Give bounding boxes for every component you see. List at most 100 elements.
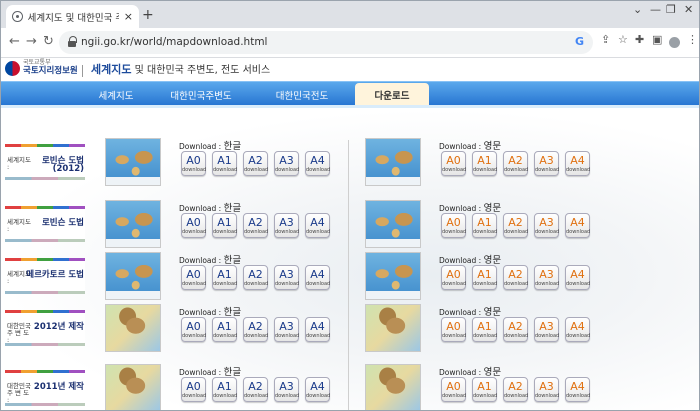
map-thumbnail[interactable]	[365, 364, 421, 410]
download-en-a0-button[interactable]: A0 download	[441, 377, 466, 402]
lock-icon[interactable]	[68, 36, 77, 47]
side-panel-icon[interactable]: ▣	[652, 33, 662, 46]
main-nav: 세계지도 대한민국주변도 대한민국전도 다운로드	[1, 81, 699, 106]
download-en-a2-button[interactable]: A2 download	[503, 317, 528, 342]
download-ko-a4-button[interactable]: A4 download	[305, 377, 330, 402]
download-caption: download	[504, 228, 529, 235]
download-en-a4-button[interactable]: A4 download	[565, 265, 590, 290]
download-en-a2-button[interactable]: A2 download	[503, 151, 528, 176]
download-caption: download	[213, 280, 238, 287]
download-ko-a0-button[interactable]: A0 download	[181, 377, 206, 402]
map-thumbnail[interactable]	[365, 138, 421, 186]
google-lens-icon[interactable]: G	[575, 35, 584, 48]
download-en-a1-button[interactable]: A1 download	[472, 317, 497, 342]
download-en-a0-button[interactable]: A0 download	[441, 151, 466, 176]
download-en-a4-button[interactable]: A4 download	[565, 317, 590, 342]
map-row: 세계지도 : 메르카토르 도법 Download : 한글 A0 download A1 d…	[1, 252, 699, 308]
paper-size: A0	[186, 379, 201, 393]
map-label: 대한민국 주 변 도 :2011년 제작	[5, 370, 85, 406]
download-ko-a4-button[interactable]: A4 download	[305, 213, 330, 238]
map-thumbnail[interactable]	[365, 304, 421, 352]
map-thumbnail[interactable]	[105, 200, 161, 248]
map-thumbnail[interactable]	[365, 200, 421, 248]
download-ko-a2-button[interactable]: A2 download	[243, 377, 268, 402]
map-name: 로빈슨 도법	[41, 218, 84, 228]
browser-tab[interactable]: 세계지도 및 대한민국 주변도 서 ×	[6, 5, 139, 28]
download-ko-a2-button[interactable]: A2 download	[243, 265, 268, 290]
download-ko-a0-button[interactable]: A0 download	[181, 265, 206, 290]
chevron-down-icon[interactable]: ⌄	[633, 3, 642, 16]
download-en-a3-button[interactable]: A3 download	[534, 317, 559, 342]
nav-korea-surroundings[interactable]: 대한민국주변도	[161, 88, 241, 102]
download-en-a1-button[interactable]: A1 download	[472, 213, 497, 238]
download-ko-a0-button[interactable]: A0 download	[181, 317, 206, 342]
profile-avatar-icon[interactable]	[669, 37, 680, 48]
download-en-a3-button[interactable]: A3 download	[534, 213, 559, 238]
download-ko-a2-button[interactable]: A2 download	[243, 317, 268, 342]
download-en-a1-button[interactable]: A1 download	[472, 151, 497, 176]
map-thumbnail[interactable]	[105, 304, 161, 352]
reload-icon[interactable]: ↻	[43, 34, 54, 49]
download-en-a1-button[interactable]: A1 download	[472, 265, 497, 290]
nav-download[interactable]: 다운로드	[355, 83, 429, 106]
download-ko-a1-button[interactable]: A1 download	[212, 151, 237, 176]
map-thumbnail[interactable]	[365, 252, 421, 300]
download-buttons: A0 download A1 download A2 download A3 download…	[181, 377, 330, 402]
close-tab-icon[interactable]: ×	[124, 10, 133, 23]
download-en-a3-button[interactable]: A3 download	[534, 265, 559, 290]
forward-icon[interactable]: →	[26, 34, 37, 49]
download-ko-a4-button[interactable]: A4 download	[305, 317, 330, 342]
download-ko-a1-button[interactable]: A1 download	[212, 377, 237, 402]
download-en-a1-button[interactable]: A1 download	[472, 377, 497, 402]
download-ko-a3-button[interactable]: A3 download	[274, 377, 299, 402]
download-en-a2-button[interactable]: A2 download	[503, 265, 528, 290]
paper-size: A2	[508, 267, 523, 281]
extensions-icon[interactable]: ✚	[635, 33, 644, 46]
download-ko-a2-button[interactable]: A2 download	[243, 213, 268, 238]
download-en-a4-button[interactable]: A4 download	[565, 151, 590, 176]
download-caption: download	[213, 392, 238, 399]
download-ko-a0-button[interactable]: A0 download	[181, 151, 206, 176]
org-name[interactable]: 국토지리정보원	[23, 64, 78, 76]
map-thumbnail[interactable]	[105, 364, 161, 410]
close-window-icon[interactable]: ✕	[684, 3, 693, 16]
map-thumbnail[interactable]	[105, 138, 161, 186]
menu-kebab-icon[interactable]: ⋮	[687, 33, 698, 46]
map-thumbnail[interactable]	[105, 252, 161, 300]
paper-size: A3	[279, 215, 294, 229]
download-en-a3-button[interactable]: A3 download	[534, 377, 559, 402]
download-en-a0-button[interactable]: A0 download	[441, 317, 466, 342]
download-en-a2-button[interactable]: A2 download	[503, 377, 528, 402]
download-en-a3-button[interactable]: A3 download	[534, 151, 559, 176]
bookmark-star-icon[interactable]: ☆	[618, 33, 628, 46]
label-stripe	[5, 370, 85, 373]
download-ko-a3-button[interactable]: A3 download	[274, 213, 299, 238]
back-icon[interactable]: ←	[9, 34, 20, 49]
download-ko-a4-button[interactable]: A4 download	[305, 265, 330, 290]
header-divider	[82, 65, 83, 77]
download-ko-a4-button[interactable]: A4 download	[305, 151, 330, 176]
download-en-a4-button[interactable]: A4 download	[565, 377, 590, 402]
download-ko-a1-button[interactable]: A1 download	[212, 213, 237, 238]
nav-world-map[interactable]: 세계지도	[86, 88, 146, 102]
download-caption: download	[244, 332, 269, 339]
new-tab-icon[interactable]: +	[142, 7, 154, 23]
paper-size: A0	[186, 215, 201, 229]
download-ko-a1-button[interactable]: A1 download	[212, 317, 237, 342]
download-ko-a3-button[interactable]: A3 download	[274, 265, 299, 290]
download-ko-a1-button[interactable]: A1 download	[212, 265, 237, 290]
minimize-icon[interactable]: —	[650, 3, 661, 16]
download-en-a0-button[interactable]: A0 download	[441, 213, 466, 238]
download-en-a0-button[interactable]: A0 download	[441, 265, 466, 290]
download-ko-a3-button[interactable]: A3 download	[274, 151, 299, 176]
download-en-a4-button[interactable]: A4 download	[565, 213, 590, 238]
restore-icon[interactable]: ❐	[666, 3, 676, 16]
download-ko-a3-button[interactable]: A3 download	[274, 317, 299, 342]
ngii-logo-icon[interactable]	[5, 61, 20, 76]
share-icon[interactable]: ⇪	[601, 33, 610, 46]
download-ko-a2-button[interactable]: A2 download	[243, 151, 268, 176]
nav-korea-map[interactable]: 대한민국전도	[267, 88, 337, 102]
download-ko-a0-button[interactable]: A0 download	[181, 213, 206, 238]
download-en-a2-button[interactable]: A2 download	[503, 213, 528, 238]
address-bar[interactable]: ngii.go.kr/world/mapdownload.html G	[59, 31, 593, 54]
